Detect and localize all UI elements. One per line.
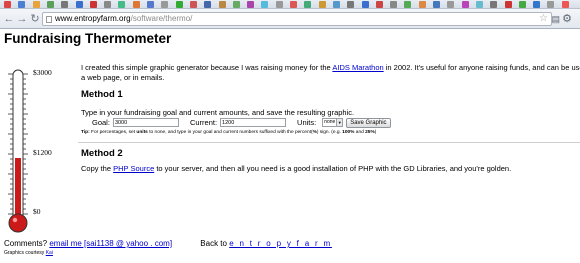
goal-scale-label: $3000 xyxy=(33,68,52,77)
bookmark-favicon[interactable] xyxy=(247,1,255,8)
thermometer-mercury xyxy=(15,158,21,220)
bookmark-favicon[interactable] xyxy=(218,1,226,8)
bookmark-favicon[interactable] xyxy=(375,1,383,8)
tip-part: ) xyxy=(374,130,377,135)
goal-input[interactable] xyxy=(112,118,179,127)
tip-units: units xyxy=(136,130,148,135)
reload-icon[interactable]: ↻ xyxy=(29,13,41,25)
bookmark-favicon[interactable] xyxy=(347,1,355,8)
bookmark-favicon[interactable] xyxy=(147,1,154,8)
bookmark-favicon[interactable] xyxy=(533,1,541,8)
bookmark-favicon[interactable] xyxy=(318,1,326,8)
aids-marathon-link[interactable]: AIDS Marathon xyxy=(332,63,383,72)
current-input[interactable] xyxy=(220,118,287,127)
credit-label: Graphics courtesy xyxy=(4,250,45,256)
units-label: Units: xyxy=(297,118,317,127)
chevron-down-icon: ▼ xyxy=(336,119,343,126)
bookmarks-bar xyxy=(0,0,580,9)
bookmark-favicon[interactable] xyxy=(75,1,83,8)
bookmark-star-icon[interactable]: ☆ xyxy=(539,13,548,25)
bookmark-favicon[interactable] xyxy=(433,1,440,8)
browser-toolbar: ← → ↻ www.entropyfarm.org/software/therm… xyxy=(0,9,580,29)
php-source-link[interactable]: PHP Source xyxy=(113,164,154,173)
bulb-highlight xyxy=(12,217,18,223)
tip-part: ) sign. (e.g. xyxy=(316,130,343,135)
bookmark-favicon[interactable] xyxy=(518,1,526,8)
bookmark-favicon[interactable] xyxy=(275,1,283,8)
bookmark-favicon[interactable] xyxy=(475,1,483,8)
bookmark-favicon[interactable] xyxy=(447,1,455,8)
current-label: Current: xyxy=(189,118,218,127)
intro-text: I created this simple graphic generator … xyxy=(81,63,333,72)
address-bar[interactable]: www.entropyfarm.org/software/thermo/ ☆ xyxy=(42,12,552,26)
current-scale-label: $1200 xyxy=(33,148,52,157)
back-arrow-icon[interactable]: ← xyxy=(3,13,15,25)
tip-part: to none, and type in your goal and curre… xyxy=(147,130,313,135)
tip-text: Tip: For percentages, set units to none,… xyxy=(81,130,376,135)
footer: Comments? email me [sai1138 @ yahoo . co… xyxy=(4,239,332,248)
method1-description: Type in your fundraising goal and curren… xyxy=(81,108,355,117)
bookmark-favicon[interactable] xyxy=(261,1,269,8)
bookmark-favicon[interactable] xyxy=(390,1,398,8)
entropyfarm-link[interactable]: e n t r o p y f a r m xyxy=(229,239,332,248)
bookmark-favicon[interactable] xyxy=(118,1,126,8)
forward-arrow-icon[interactable]: → xyxy=(16,13,28,25)
bookmark-favicon[interactable] xyxy=(304,1,312,8)
tip-example-2: 25% xyxy=(365,130,375,135)
bookmark-favicon[interactable] xyxy=(18,1,26,8)
tip-example-1: 100% xyxy=(342,130,355,135)
thermometer-form: Goal: Current: Units: none▼ Save Graphic xyxy=(81,117,391,128)
bookmark-favicon[interactable] xyxy=(175,1,183,8)
comments-label: Comments? xyxy=(4,239,48,248)
bookmark-favicon[interactable] xyxy=(490,1,498,8)
zero-scale-label: $0 xyxy=(33,207,41,216)
method2-heading: Method 2 xyxy=(81,148,123,159)
tip-prefix: Tip: xyxy=(81,130,90,135)
bookmark-favicon[interactable] xyxy=(204,1,212,8)
thermometer-graphic xyxy=(8,69,28,233)
method1-heading: Method 1 xyxy=(81,89,123,100)
bookmark-favicon[interactable] xyxy=(547,1,555,8)
bookmark-favicon[interactable] xyxy=(232,1,240,8)
bookmark-favicon[interactable] xyxy=(290,1,297,8)
page-icon xyxy=(46,16,52,23)
page-title: Fundraising Thermometer xyxy=(4,31,172,46)
bookmark-favicon[interactable] xyxy=(361,1,369,8)
bookmark-favicon[interactable] xyxy=(32,1,40,8)
tip-part: and xyxy=(354,130,366,135)
method2-description: Copy the PHP Source to your server, and … xyxy=(81,164,511,173)
thermometer-bulb xyxy=(8,213,28,233)
intro-paragraph: I created this simple graphic generator … xyxy=(81,63,580,82)
bookmark-favicon[interactable] xyxy=(418,1,426,8)
url-host: www.entropyfarm.org xyxy=(55,14,131,23)
units-select[interactable]: none ▼ xyxy=(322,118,344,127)
bookmark-favicon[interactable] xyxy=(46,1,54,8)
save-graphic-button[interactable]: Save Graphic xyxy=(346,117,391,128)
tip-part: For percentages, set xyxy=(89,130,137,135)
email-link[interactable]: email me [sai1138 @ yahoo . com] xyxy=(49,239,172,248)
bookmark-favicon[interactable] xyxy=(4,1,11,8)
units-selected-value: none xyxy=(324,119,336,125)
bookmark-favicon[interactable] xyxy=(104,1,112,8)
url-path: /software/thermo/ xyxy=(130,14,193,23)
bookmark-favicon[interactable] xyxy=(189,1,197,8)
back-label: Back to xyxy=(200,239,227,248)
credit-link[interactable]: Kai xyxy=(46,250,53,256)
bookmark-favicon[interactable] xyxy=(461,1,469,8)
bookmark-favicon[interactable] xyxy=(404,1,412,8)
wrench-icon[interactable]: ⚙ xyxy=(562,12,572,26)
graphics-credit: Graphics courtesy Kai xyxy=(4,250,53,256)
page-menu-icon[interactable]: ▤ xyxy=(551,12,560,26)
bookmark-favicon[interactable] xyxy=(332,1,340,8)
bookmark-favicon[interactable] xyxy=(61,1,69,8)
bookmark-favicon[interactable] xyxy=(561,1,569,8)
method2-text: Copy the xyxy=(81,164,114,173)
bookmark-favicon[interactable] xyxy=(132,1,140,8)
section-divider xyxy=(78,142,580,143)
goal-label: Goal: xyxy=(92,118,110,127)
bookmark-favicon[interactable] xyxy=(89,1,97,8)
bookmark-favicon[interactable] xyxy=(161,1,169,8)
method2-text-end: to your server, and then all you need is… xyxy=(154,164,512,173)
bookmark-favicon[interactable] xyxy=(504,1,512,8)
